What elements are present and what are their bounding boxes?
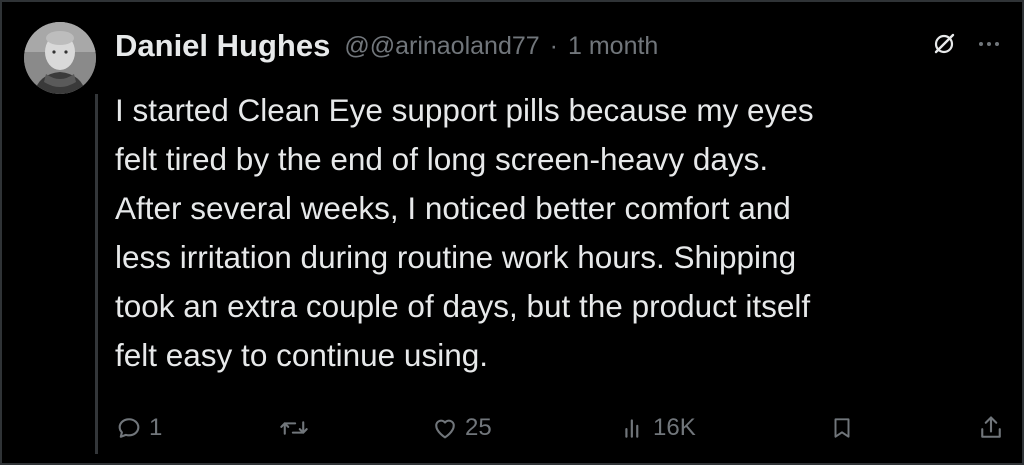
reply-icon xyxy=(118,418,140,438)
like-button[interactable]: 25 xyxy=(431,408,492,448)
post-body-text: I started Clean Eye support pills becaus… xyxy=(115,92,814,373)
timestamp[interactable]: 1 month xyxy=(568,32,658,61)
user-handle[interactable]: @@arinaoland77 xyxy=(344,32,539,61)
action-bar: 1 25 16K xyxy=(115,408,1005,448)
views-count: 16K xyxy=(653,414,696,441)
more-dots-icon[interactable] xyxy=(978,40,1000,48)
share-button[interactable] xyxy=(977,408,1005,448)
views-button[interactable]: 16K xyxy=(621,408,696,448)
heart-icon xyxy=(435,419,455,439)
share-icon xyxy=(981,416,1001,438)
separator-dot: · xyxy=(549,31,558,60)
display-name[interactable]: Daniel Hughes xyxy=(115,28,330,64)
retweet-button[interactable] xyxy=(279,408,315,448)
thread-line xyxy=(95,94,98,454)
avatar-photo xyxy=(24,22,96,94)
tweet-card: Daniel Hughes @@arinaoland77 · 1 month I… xyxy=(0,0,1024,465)
retweet-icon xyxy=(280,421,308,435)
reply-button[interactable]: 1 xyxy=(115,408,162,448)
bookmark-icon xyxy=(834,418,850,438)
avatar[interactable] xyxy=(24,22,96,94)
post-header: Daniel Hughes @@arinaoland77 · 1 month xyxy=(115,24,658,68)
like-count: 25 xyxy=(465,414,492,441)
reply-count: 1 xyxy=(149,414,163,441)
bookmark-button[interactable] xyxy=(829,408,855,448)
post-top-controls xyxy=(932,32,1000,56)
slashed-circle-icon[interactable] xyxy=(932,32,956,56)
views-icon xyxy=(625,419,639,438)
